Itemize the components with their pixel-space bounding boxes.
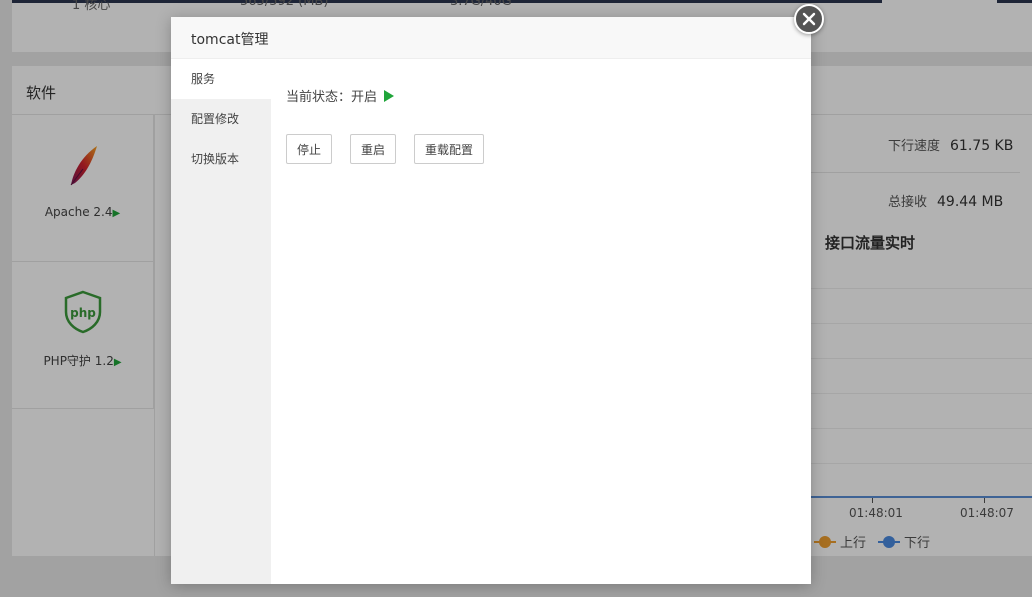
dialog-sidebar: 服务 配置修改 切换版本: [171, 59, 271, 584]
sidebar-item-service[interactable]: 服务: [171, 59, 271, 99]
restart-button[interactable]: 重启: [350, 134, 397, 164]
service-status-text: 当前状态：开启: [286, 90, 378, 105]
running-play-icon: [384, 89, 395, 102]
sidebar-item-config-edit[interactable]: 配置修改: [171, 99, 271, 139]
dialog-content: 当前状态：开启 停止 重启 重载配置: [271, 59, 811, 584]
service-status: 当前状态：开启: [286, 86, 395, 105]
dialog-title: tomcat管理: [191, 32, 269, 48]
stop-button[interactable]: 停止: [286, 134, 333, 164]
dialog-header: tomcat管理: [171, 17, 811, 59]
tomcat-manage-dialog: tomcat管理 服务 配置修改 切换版本 当前状态：开启 停止 重启 重载配置: [171, 4, 824, 584]
service-action-buttons: 停止 重启 重载配置: [286, 134, 502, 164]
sidebar-item-switch-version[interactable]: 切换版本: [171, 139, 271, 179]
close-button[interactable]: [794, 4, 824, 34]
close-icon: [802, 12, 816, 26]
reload-config-button[interactable]: 重载配置: [414, 134, 485, 164]
